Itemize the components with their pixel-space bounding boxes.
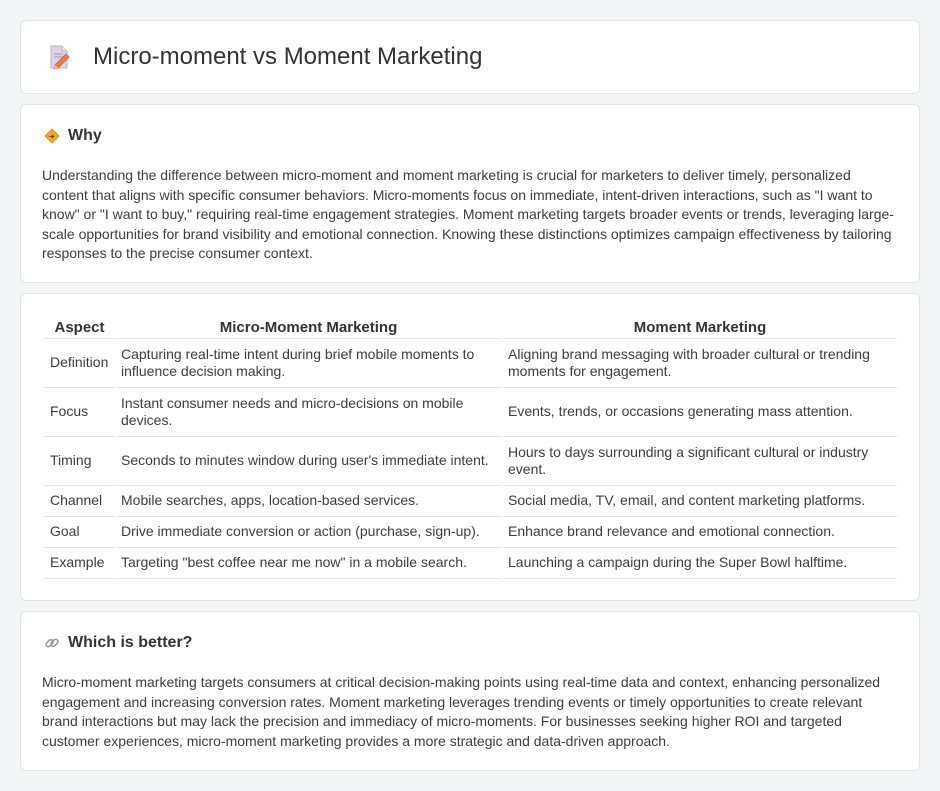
column-header-moment: Moment Marketing [503, 315, 897, 339]
table-row: Focus Instant consumer needs and micro-d… [45, 388, 897, 437]
document-pencil-icon [45, 43, 73, 71]
row-micro-cell: Capturing real-time intent during brief … [116, 339, 501, 388]
table-header-row: Aspect Micro-Moment Marketing Moment Mar… [45, 315, 897, 339]
row-aspect-cell: Focus [45, 388, 114, 437]
which-better-heading: Which is better? [43, 634, 192, 652]
table-row: Goal Drive immediate conversion or actio… [45, 517, 897, 548]
why-body: Understanding the difference between mic… [42, 167, 894, 261]
row-moment-cell: Aligning brand messaging with broader cu… [503, 339, 897, 388]
row-aspect-cell: Goal [45, 517, 114, 548]
row-aspect-cell: Timing [45, 437, 114, 486]
row-micro-cell: Targeting "best coffee near me now" in a… [116, 548, 501, 579]
comparison-section: Aspect Micro-Moment Marketing Moment Mar… [20, 293, 920, 601]
row-moment-cell: Social media, TV, email, and content mar… [503, 486, 897, 517]
row-moment-cell: Events, trends, or occasions generating … [503, 388, 897, 437]
row-moment-cell: Launching a campaign during the Super Bo… [503, 548, 897, 579]
comparison-table: Aspect Micro-Moment Marketing Moment Mar… [43, 315, 899, 579]
row-aspect-cell: Channel [45, 486, 114, 517]
row-micro-cell: Drive immediate conversion or action (pu… [116, 517, 501, 548]
which-better-body: Micro-moment marketing targets consumers… [42, 674, 881, 749]
link-icon [43, 634, 61, 652]
which-better-title: Which is better? [68, 634, 193, 651]
header-card: Micro-moment vs Moment Marketing [20, 20, 920, 94]
table-row: Timing Seconds to minutes window during … [45, 437, 897, 486]
diamond-sign-icon [43, 127, 61, 145]
row-micro-cell: Mobile searches, apps, location-based se… [116, 486, 501, 517]
row-aspect-cell: Definition [45, 339, 114, 388]
which-better-section: Which is better? Micro-moment marketing … [20, 611, 920, 771]
table-row: Example Targeting "best coffee near me n… [45, 548, 897, 579]
row-micro-cell: Instant consumer needs and micro-decisio… [116, 388, 501, 437]
title-row: Micro-moment vs Moment Marketing [45, 43, 482, 71]
why-section: Why Understanding the difference between… [20, 104, 920, 283]
why-heading: Why [43, 127, 102, 145]
table-row: Channel Mobile searches, apps, location-… [45, 486, 897, 517]
column-header-micro-moment: Micro-Moment Marketing [116, 315, 501, 339]
row-aspect-cell: Example [45, 548, 114, 579]
row-micro-cell: Seconds to minutes window during user's … [116, 437, 501, 486]
row-moment-cell: Enhance brand relevance and emotional co… [503, 517, 897, 548]
table-row: Definition Capturing real-time intent du… [45, 339, 897, 388]
why-title: Why [68, 127, 102, 144]
column-header-aspect: Aspect [45, 315, 114, 339]
row-moment-cell: Hours to days surrounding a significant … [503, 437, 897, 486]
page-title: Micro-moment vs Moment Marketing [93, 43, 483, 70]
